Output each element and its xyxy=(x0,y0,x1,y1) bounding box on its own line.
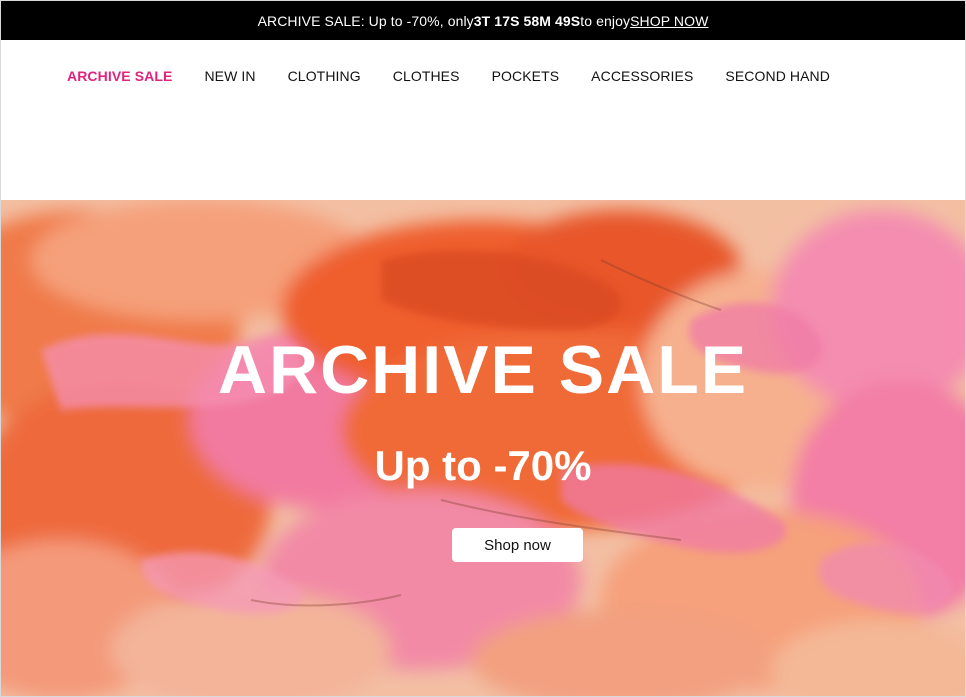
announcement-bar: ARCHIVE SALE: Up to -70%, only 3T 17S 58M… xyxy=(1,1,965,40)
announcement-text: ARCHIVE SALE: Up to -70%, only xyxy=(257,12,474,29)
hero-banner[interactable]: ARCHIVE SALE Up to -70% Shop now xyxy=(1,200,965,696)
nav-item-clothing[interactable]: CLOTHING xyxy=(288,68,361,84)
nav-item-accessories[interactable]: ACCESSORIES xyxy=(591,68,693,84)
main-nav: ARCHIVE SALE NEW IN CLOTHING CLOTHES POC… xyxy=(1,40,965,200)
page: ARCHIVE SALE: Up to -70%, only 3T 17S 58M… xyxy=(0,0,966,697)
nav-item-archive-sale[interactable]: ARCHIVE SALE xyxy=(67,68,172,84)
nav-item-second-hand[interactable]: SECOND HAND xyxy=(725,68,830,84)
shop-now-link[interactable]: SHOP NOW xyxy=(630,13,708,29)
countdown-timer: 3T 17S 58M 49S xyxy=(473,12,581,29)
hero-title: ARCHIVE SALE xyxy=(217,332,749,408)
announcement-suffix: to enjoy xyxy=(580,12,631,29)
hero-subtitle: Up to -70% xyxy=(374,442,592,489)
nav-menu: ARCHIVE SALE NEW IN CLOTHING CLOTHES POC… xyxy=(67,68,862,84)
nav-item-clothes[interactable]: CLOTHES xyxy=(393,68,460,84)
shop-now-button[interactable]: Shop now xyxy=(452,528,583,562)
nav-item-pockets[interactable]: POCKETS xyxy=(492,68,560,84)
nav-item-new-in[interactable]: NEW IN xyxy=(204,68,255,84)
